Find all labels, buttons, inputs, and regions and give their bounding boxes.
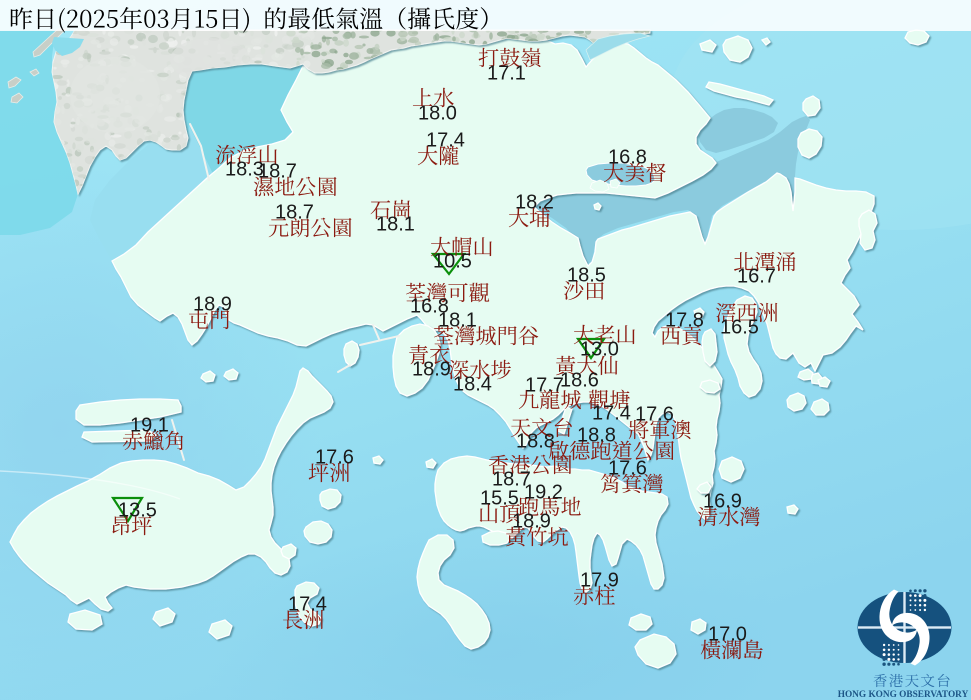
- svg-text:18.9: 18.9: [193, 294, 232, 316]
- svg-text:16.9: 16.9: [703, 491, 742, 513]
- svg-text:18.4: 18.4: [453, 374, 492, 396]
- svg-text:17.1: 17.1: [487, 63, 526, 85]
- svg-text:17.7: 17.7: [525, 375, 564, 397]
- svg-text:16.8: 16.8: [608, 147, 647, 169]
- svg-text:17.6: 17.6: [315, 447, 354, 469]
- svg-text:19.1: 19.1: [130, 415, 169, 437]
- svg-text:18.1: 18.1: [438, 310, 477, 332]
- svg-text:18.2: 18.2: [515, 192, 554, 214]
- svg-text:18.1: 18.1: [376, 214, 415, 236]
- svg-text:18.0: 18.0: [418, 103, 457, 125]
- svg-text:17.0: 17.0: [708, 624, 747, 646]
- svg-text:17.6: 17.6: [608, 458, 647, 480]
- svg-text:17.4: 17.4: [288, 594, 327, 616]
- svg-text:16.5: 16.5: [720, 317, 759, 339]
- svg-text:17.6: 17.6: [635, 404, 674, 426]
- svg-text:13.0: 13.0: [580, 339, 619, 361]
- svg-text:17.4: 17.4: [426, 130, 465, 152]
- svg-text:18.8: 18.8: [516, 431, 555, 453]
- svg-text:17.9: 17.9: [580, 570, 619, 592]
- svg-text:HONG KONG OBSERVATORY: HONG KONG OBSERVATORY: [838, 690, 969, 700]
- svg-text:15.5: 15.5: [480, 488, 519, 510]
- svg-text:19.2: 19.2: [524, 482, 563, 504]
- svg-text:10.5: 10.5: [433, 251, 472, 273]
- svg-text:18.8: 18.8: [577, 425, 616, 447]
- svg-text:18.5: 18.5: [567, 265, 606, 287]
- svg-text:17.8: 17.8: [665, 310, 704, 332]
- svg-text:13.5: 13.5: [118, 500, 157, 522]
- svg-text:18.7: 18.7: [275, 202, 314, 224]
- svg-text:18.9: 18.9: [512, 511, 551, 533]
- svg-text:18.7: 18.7: [258, 161, 297, 183]
- svg-text:17.4: 17.4: [592, 403, 631, 425]
- svg-text:16.7: 16.7: [737, 266, 776, 288]
- svg-text:18.6: 18.6: [560, 370, 599, 392]
- svg-text:18.9: 18.9: [412, 359, 451, 381]
